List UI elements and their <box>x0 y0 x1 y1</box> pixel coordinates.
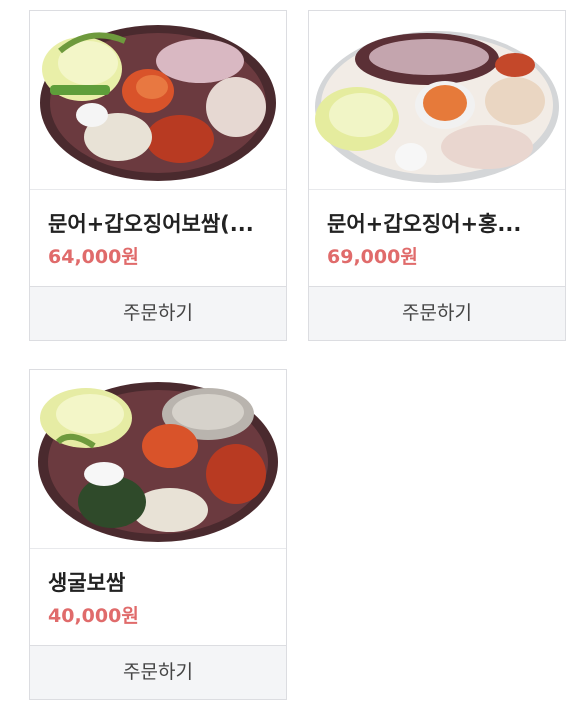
product-title[interactable]: 문어+갑오징어보쌈(... <box>48 210 270 238</box>
product-title[interactable]: 생굴보쌈 <box>48 569 270 597</box>
product-price: 40,000원 <box>48 605 139 627</box>
oyster-bossam-platter-image <box>38 382 278 542</box>
product-card[interactable]: 문어+갑오징어+홍... 69,000원 주문하기 <box>308 10 566 341</box>
product-info: 문어+갑오징어+홍... 69,000원 <box>309 189 565 286</box>
order-button[interactable]: 주문하기 <box>309 286 565 340</box>
product-card[interactable]: 문어+갑오징어보쌈(... 64,000원 주문하기 <box>29 10 287 341</box>
product-image[interactable] <box>30 370 286 548</box>
product-title[interactable]: 문어+갑오징어+홍... <box>327 210 549 238</box>
order-button[interactable]: 주문하기 <box>30 645 286 699</box>
product-image[interactable] <box>309 11 565 189</box>
product-price: 64,000원 <box>48 246 139 268</box>
bossam-platter-image <box>40 25 276 181</box>
product-info: 생굴보쌈 40,000원 <box>30 548 286 645</box>
bossam-platter-image <box>315 31 559 183</box>
product-price: 69,000원 <box>327 246 418 268</box>
product-image[interactable] <box>30 11 286 189</box>
order-button[interactable]: 주문하기 <box>30 286 286 340</box>
product-card[interactable]: 생굴보쌈 40,000원 주문하기 <box>29 369 287 700</box>
product-info: 문어+갑오징어보쌈(... 64,000원 <box>30 189 286 286</box>
